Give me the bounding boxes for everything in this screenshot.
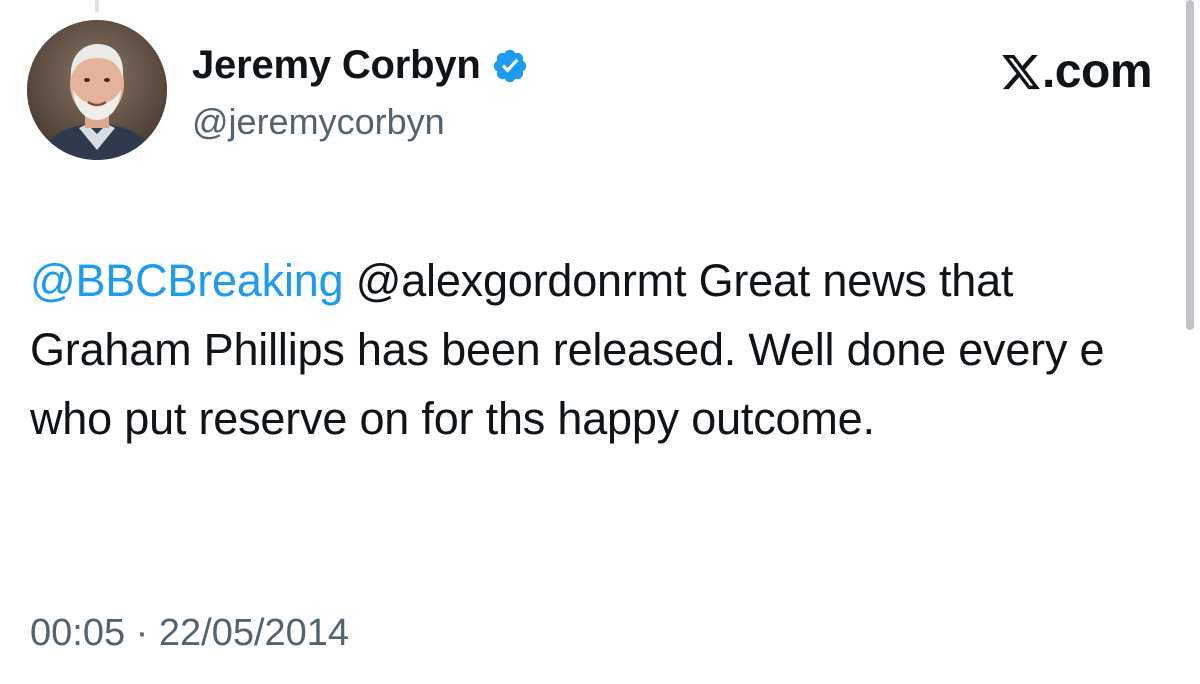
timestamp-separator: · bbox=[135, 612, 149, 654]
author-display-name[interactable]: Jeremy Corbyn bbox=[192, 40, 481, 90]
x-logo-icon bbox=[1000, 50, 1042, 94]
mention-link[interactable]: @alexgordonrmt bbox=[356, 255, 687, 306]
verified-badge-icon bbox=[491, 47, 529, 85]
scrollbar-thumb[interactable] bbox=[1186, 0, 1194, 330]
mention-link[interactable]: @BBCBreaking bbox=[30, 255, 344, 306]
avatar[interactable] bbox=[27, 20, 167, 160]
tweet-text: @BBCBreaking @alexgordonrmt Great news t… bbox=[30, 246, 1150, 453]
avatar-photo bbox=[27, 20, 167, 160]
brand-text: .com bbox=[1041, 45, 1153, 98]
scrollbar[interactable] bbox=[1182, 0, 1200, 684]
brand-logo: .com bbox=[1000, 44, 1153, 100]
top-divider-tick bbox=[95, 0, 99, 12]
timestamp-time: 00:05 bbox=[30, 612, 126, 654]
timestamp[interactable]: 00:05 · 22/05/2014 bbox=[30, 610, 349, 656]
timestamp-date: 22/05/2014 bbox=[158, 612, 350, 654]
author-handle[interactable]: @jeremycorbyn bbox=[192, 100, 445, 144]
tweet-screenshot: Jeremy Corbyn @jeremycorbyn .com @BBCBre… bbox=[0, 0, 1200, 684]
author-name-row: Jeremy Corbyn bbox=[192, 40, 529, 90]
